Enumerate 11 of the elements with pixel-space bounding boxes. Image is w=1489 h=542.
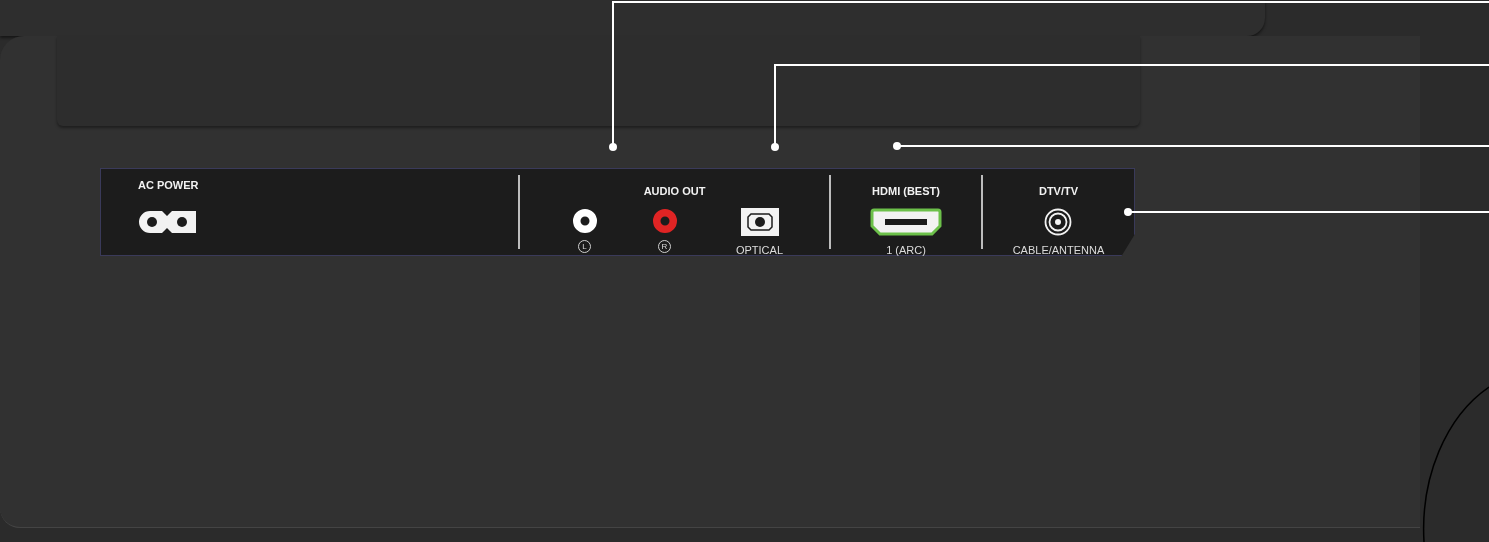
hdmi-port-icon [870,207,942,236]
port-group-label: AC POWER [138,178,199,193]
power-socket-icon [138,209,196,234]
port-caption: 1 (ARC) [886,242,926,258]
port-group-label: AUDIO OUT [643,184,706,199]
port-group-label: DTV/TV [1038,184,1079,199]
port-caption: CABLE/ANTENNA [1012,242,1105,258]
port-group-label: HDMI (BEST) [872,184,940,199]
port-caption: OPTICAL [735,242,784,258]
optical-port-icon [740,207,779,236]
coax-connector-icon [1044,207,1073,236]
